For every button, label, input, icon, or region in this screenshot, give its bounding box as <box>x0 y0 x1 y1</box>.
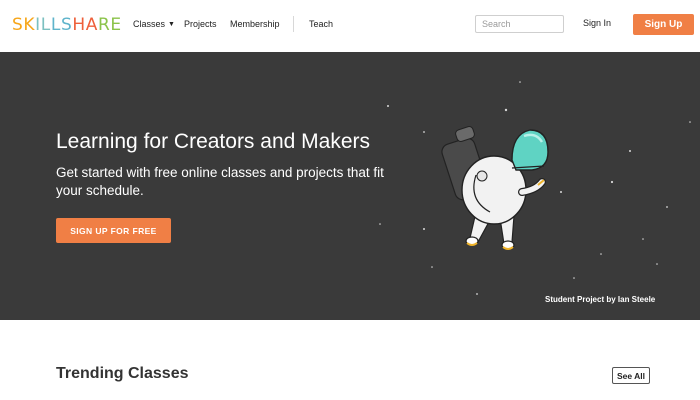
hero-banner: Learning for Creators and Makers Get sta… <box>0 52 700 320</box>
logo-letter: H <box>72 15 86 35</box>
hero-subtitle: Get started with free online classes and… <box>56 165 384 198</box>
logo-letter: R <box>97 15 111 35</box>
logo-letter: L <box>50 15 61 35</box>
nav-membership[interactable]: Membership <box>230 19 280 29</box>
sign-in-link[interactable]: Sign In <box>583 18 611 28</box>
student-project-credit[interactable]: Student Project by Ian Steele <box>545 295 655 304</box>
logo-letter: S <box>12 15 24 35</box>
nav-projects[interactable]: Projects <box>184 19 217 29</box>
trending-classes-heading: Trending Classes <box>56 365 189 382</box>
nav-classes[interactable]: Classes ▼ <box>133 19 175 29</box>
see-all-button[interactable]: See All <box>612 367 650 384</box>
logo-letter: A <box>85 15 98 35</box>
nav-teach[interactable]: Teach <box>309 19 333 29</box>
skillshare-logo[interactable]: SKILLSHARE <box>12 15 122 35</box>
search-input[interactable] <box>475 15 564 33</box>
astronaut-illustration <box>441 126 549 250</box>
chevron-down-icon: ▼ <box>168 21 175 28</box>
site-header: SKILLSHARE Classes ▼ Projects Membership … <box>0 0 700 52</box>
hero-title: Learning for Creators and Makers <box>56 130 370 153</box>
nav-classes-label: Classes <box>133 19 166 29</box>
logo-letter: E <box>110 15 122 35</box>
nav-divider <box>293 16 294 32</box>
sign-up-button[interactable]: Sign Up <box>633 14 694 35</box>
logo-letter: K <box>23 15 36 35</box>
logo-letter: S <box>60 15 73 35</box>
logo-letter: L <box>40 15 51 35</box>
sign-up-for-free-button[interactable]: SIGN UP FOR FREE <box>56 218 171 243</box>
